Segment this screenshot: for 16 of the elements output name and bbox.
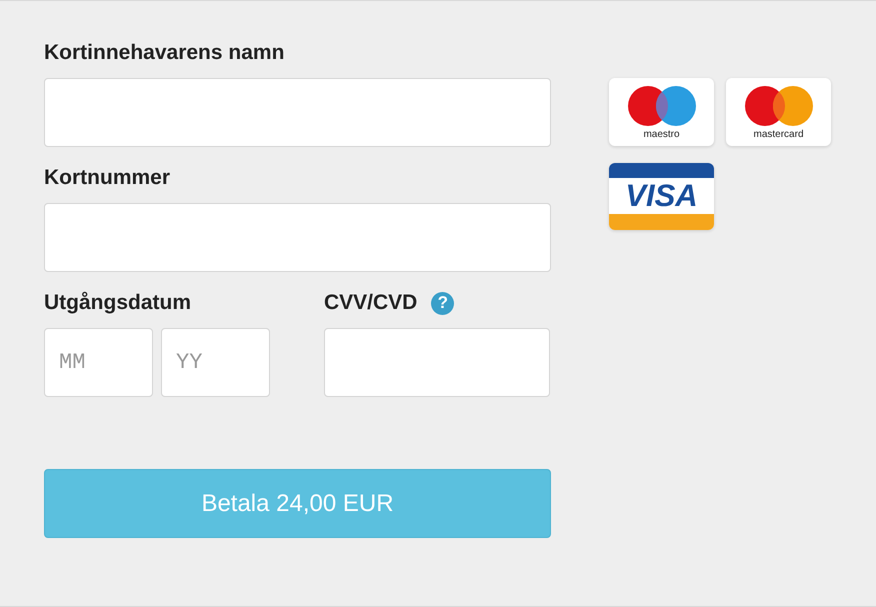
brand-name: VISA [624, 178, 699, 214]
field-label: Kortinnehavarens namn [44, 41, 286, 65]
brand-name: mastercard [753, 128, 804, 140]
brand-name: maestro [643, 128, 680, 140]
field-label: Utgångsdatum [44, 291, 192, 315]
year-field[interactable]: YY [161, 328, 270, 397]
help-icon[interactable]: ? [431, 292, 454, 314]
cvv-field[interactable] [324, 328, 550, 397]
input-field[interactable] [44, 78, 551, 147]
overlapping-circles-icon [744, 84, 814, 126]
overlapping-circles-icon [626, 84, 696, 126]
field-label: CVV/CVD [324, 291, 418, 315]
input-field[interactable] [44, 203, 551, 272]
pay-button[interactable]: Betala 24,00 EUR [44, 469, 551, 538]
field-label: Kortnummer [44, 166, 172, 190]
month-field[interactable]: MM [44, 328, 153, 397]
